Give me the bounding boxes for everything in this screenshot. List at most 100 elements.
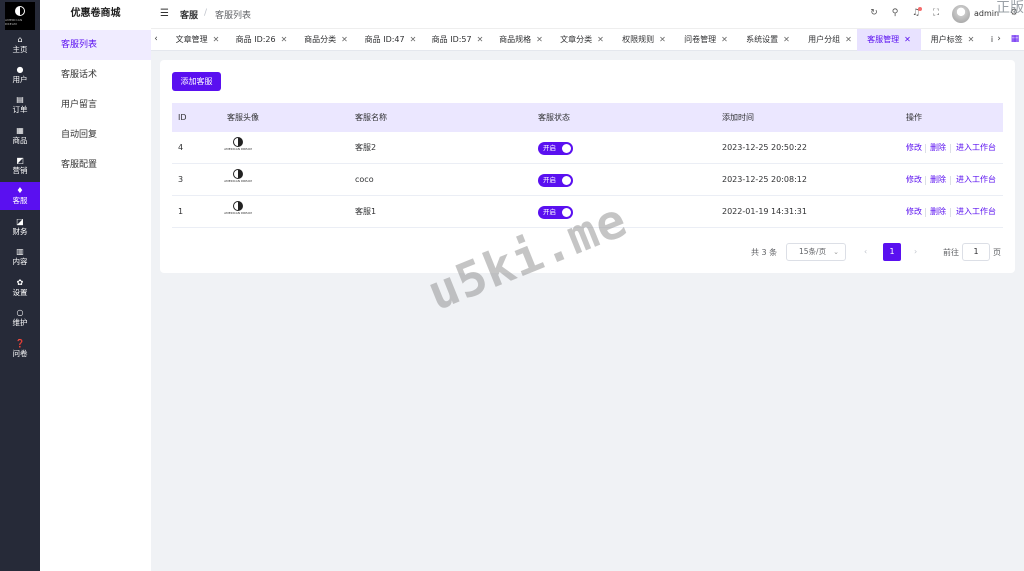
- rail-item-user[interactable]: ● 用户: [0, 61, 40, 89]
- tab-item[interactable]: 用户分组 ✕: [801, 29, 859, 51]
- rail-item-label: 用户: [12, 75, 28, 84]
- tab-item-active[interactable]: 客服管理 ✕: [857, 29, 921, 51]
- tab-item[interactable]: 商品分类 ✕: [297, 29, 355, 51]
- rail-item-maintain[interactable]: ○ 维护: [0, 304, 40, 332]
- tabs-scroll-left-icon[interactable]: ‹: [151, 34, 161, 44]
- user-avatar[interactable]: [952, 5, 970, 23]
- rail-item-label: 维护: [12, 318, 28, 327]
- sub-menu: 优惠卷商城 客服列表 客服话术 用户留言 自动回复 客服配置: [40, 0, 151, 571]
- rail-item-content[interactable]: ▥ 内容: [0, 243, 40, 271]
- home-icon: ⌂: [17, 35, 23, 44]
- tab-label: 商品 ID:57: [431, 35, 472, 44]
- current-page[interactable]: 1: [883, 243, 901, 261]
- tab-item[interactable]: 商品 ID:47 ✕: [359, 29, 422, 51]
- delete-link[interactable]: 删除: [930, 132, 946, 164]
- close-icon[interactable]: ✕: [968, 35, 975, 44]
- rail-item-label: 财务: [12, 227, 28, 236]
- tab-item[interactable]: 问卷管理 ✕: [677, 29, 735, 51]
- tabs-scroll-right-icon[interactable]: ›: [994, 34, 1004, 44]
- tab-item[interactable]: 权限规则 ✕: [615, 29, 673, 51]
- shop-title: 优惠卷商城: [70, 8, 121, 19]
- edit-link[interactable]: 修改: [906, 132, 922, 164]
- rail-item-label: 主页: [12, 45, 28, 54]
- tab-label: 商品规格: [499, 35, 532, 44]
- switch-label: 开启: [543, 144, 556, 152]
- tab-item[interactable]: 系统设置 ✕: [739, 29, 797, 51]
- workbench-link[interactable]: 进入工作台: [956, 196, 996, 228]
- submenu-item-service-list[interactable]: 客服列表: [40, 30, 151, 60]
- rail-item-survey[interactable]: ❓ 问卷: [0, 335, 40, 363]
- service-avatar: AMERICAN DREAM: [224, 201, 252, 223]
- breadcrumb-root[interactable]: 客服: [180, 8, 198, 21]
- rail-item-service[interactable]: ♦ 客服: [0, 182, 40, 210]
- rail-item-marketing[interactable]: ◩ 营销: [0, 152, 40, 180]
- cell-id: 1: [178, 207, 184, 216]
- avatar-logo-icon: [233, 137, 243, 147]
- tab-item[interactable]: 商品 ID:57 ✕: [426, 29, 489, 51]
- avatar-text: AMERICAN DREAM: [224, 147, 252, 151]
- close-icon[interactable]: ✕: [213, 35, 220, 44]
- service-avatar: AMERICAN DREAM: [224, 137, 252, 159]
- rail-item-label: 订单: [12, 105, 28, 114]
- tab-label: 权限规则: [622, 35, 655, 44]
- breadcrumb-current: 客服列表: [215, 11, 252, 21]
- delete-link[interactable]: 删除: [930, 196, 946, 228]
- close-icon[interactable]: ✕: [783, 35, 790, 44]
- workbench-link[interactable]: 进入工作台: [956, 132, 996, 164]
- tab-item[interactable]: 商品规格 ✕: [493, 29, 549, 51]
- switch-knob: [562, 144, 571, 153]
- rail-item-home[interactable]: ⌂ 主页: [0, 31, 40, 59]
- tab-item[interactable]: 商品 ID:26 ✕: [230, 29, 293, 51]
- tab-label: 客服管理: [867, 35, 900, 44]
- submenu-item-config[interactable]: 客服配置: [40, 150, 151, 180]
- close-icon[interactable]: ✕: [477, 35, 484, 44]
- tab-label: 商品 ID:26: [235, 35, 276, 44]
- tab-item[interactable]: 文章分类 ✕: [553, 29, 611, 51]
- rail-item-label: 客服: [12, 196, 28, 205]
- avatar-text: AMERICAN DREAM: [224, 179, 252, 183]
- close-icon[interactable]: ✕: [659, 35, 666, 44]
- workbench-link[interactable]: 进入工作台: [956, 164, 996, 196]
- tab-label: 商品 ID:47: [364, 35, 405, 44]
- close-icon[interactable]: ✕: [536, 35, 543, 44]
- close-icon[interactable]: ✕: [341, 35, 348, 44]
- close-icon[interactable]: ✕: [597, 35, 604, 44]
- status-switch[interactable]: 开启: [538, 142, 573, 155]
- add-service-button[interactable]: 添加客服: [172, 72, 221, 91]
- chevron-down-icon: ⌄: [833, 248, 839, 256]
- rail-item-finance[interactable]: ◪ 财务: [0, 213, 40, 241]
- status-switch[interactable]: 开启: [538, 174, 573, 187]
- tabs-menu-icon[interactable]: ▦: [1010, 34, 1020, 44]
- search-icon[interactable]: ⚲: [890, 8, 900, 18]
- goto-suffix: 页: [993, 248, 1001, 257]
- cell-name: coco: [355, 175, 374, 184]
- tab-item[interactable]: 用户标签 ✕: [924, 29, 981, 51]
- refresh-icon[interactable]: ↻: [869, 8, 879, 18]
- rail-item-goods[interactable]: ▦ 商品: [0, 122, 40, 150]
- tab-label: 文章管理: [175, 35, 208, 44]
- close-icon[interactable]: ✕: [721, 35, 728, 44]
- submenu-item-auto-reply[interactable]: 自动回复: [40, 120, 151, 150]
- submenu-item-scripts[interactable]: 客服话术: [40, 60, 151, 90]
- goods-icon: ▦: [16, 126, 24, 135]
- delete-link[interactable]: 删除: [930, 164, 946, 196]
- fullscreen-icon[interactable]: ⛶: [931, 8, 941, 18]
- action-divider: [950, 144, 951, 153]
- edit-link[interactable]: 修改: [906, 196, 922, 228]
- close-icon[interactable]: ✕: [845, 35, 852, 44]
- page-size-select[interactable]: 15条/页 ⌄: [786, 243, 846, 261]
- rail-item-order[interactable]: ▤ 订单: [0, 91, 40, 119]
- rail-item-settings[interactable]: ✿ 设置: [0, 274, 40, 302]
- close-icon[interactable]: ✕: [281, 35, 288, 44]
- edit-link[interactable]: 修改: [906, 164, 922, 196]
- close-icon[interactable]: ✕: [410, 35, 417, 44]
- submenu-item-messages[interactable]: 用户留言: [40, 90, 151, 120]
- goto-page-input[interactable]: 1: [962, 243, 990, 261]
- switch-label: 开启: [543, 176, 556, 184]
- next-page-icon[interactable]: ›: [914, 247, 917, 256]
- menu-toggle-icon[interactable]: ☰: [160, 9, 170, 19]
- rail-item-label: 商品: [12, 136, 28, 145]
- close-icon[interactable]: ✕: [904, 35, 911, 44]
- prev-page-icon[interactable]: ‹: [864, 247, 867, 256]
- tab-item[interactable]: 文章管理 ✕: [169, 29, 226, 51]
